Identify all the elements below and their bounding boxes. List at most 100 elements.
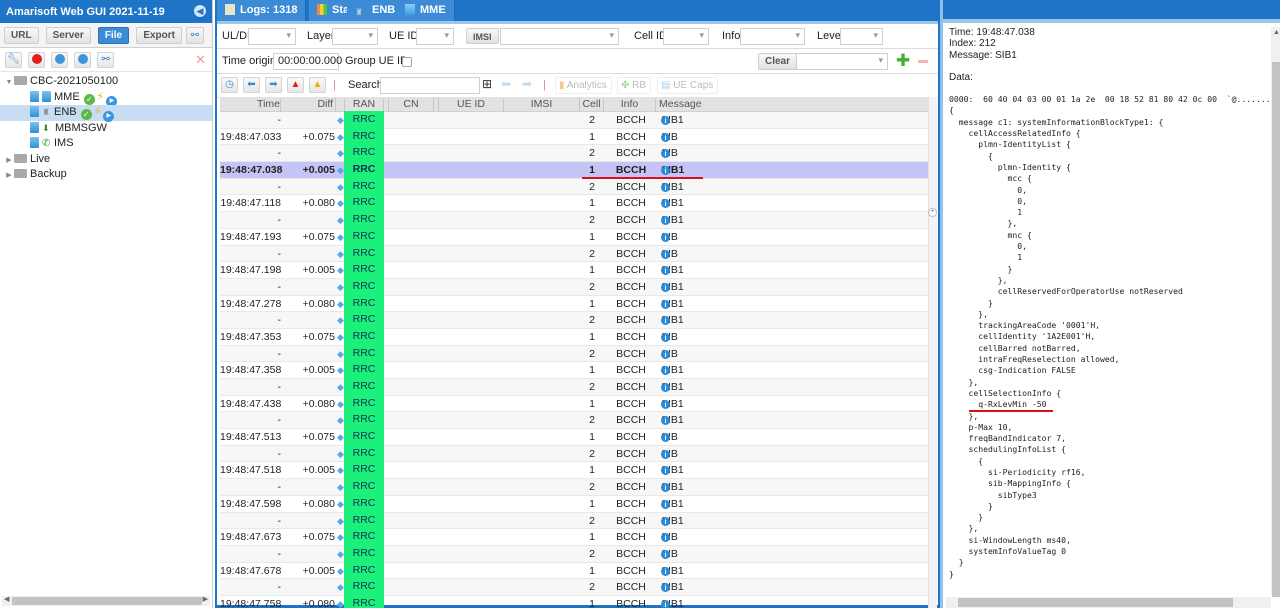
plug-icon[interactable]: ⚯ xyxy=(97,52,115,68)
tree-node-mme[interactable]: MME ✓ ⚡︎ ▶ xyxy=(0,90,212,107)
stop-icon[interactable] xyxy=(28,52,46,68)
info-select[interactable] xyxy=(740,28,805,45)
wrench-icon[interactable]: 🔧︎ xyxy=(5,52,22,68)
refresh-icon[interactable] xyxy=(51,52,69,68)
table-row[interactable]: 19:48:47.353 +0.075 RRC 1 BCCH ◆ iSIB xyxy=(220,327,928,346)
analytics-button[interactable]: ▮ Analytics xyxy=(555,77,612,94)
search-prev-icon[interactable]: ⬅ xyxy=(501,77,511,91)
clock-icon[interactable]: ◷ xyxy=(221,77,238,93)
table-row[interactable]: - RRC 2 BCCH ◆ iSIB xyxy=(220,144,928,163)
file-button[interactable]: File xyxy=(97,27,130,44)
table-row[interactable]: - RRC 2 BCCH ◆ i SIB1 xyxy=(220,177,928,196)
connect-plug-icon[interactable]: ⚯ xyxy=(186,27,204,44)
col-cn[interactable]: CN xyxy=(388,98,434,112)
col-imsi[interactable]: IMSI xyxy=(504,98,580,112)
table-row[interactable]: - RRC 2 BCCH ◆ i SIB1 xyxy=(220,478,928,496)
col-info[interactable]: Info xyxy=(604,98,656,112)
info-icon[interactable]: i xyxy=(661,349,670,359)
tree-node-ims[interactable]: ✆ IMS xyxy=(0,136,212,152)
col-ran[interactable]: RAN xyxy=(344,98,384,112)
info-icon[interactable]: i xyxy=(661,399,670,409)
table-row[interactable]: - RRC 2 BCCH ◆ i SIB1 xyxy=(220,277,928,296)
layer-select[interactable] xyxy=(332,28,378,45)
tree-node-backup[interactable]: ▶ Backup xyxy=(0,167,212,183)
tree-node-enb[interactable]: ♜ ENB ✓ ⚡︎ ▶ xyxy=(0,105,212,122)
scroll-right-icon[interactable]: ▶ xyxy=(203,595,208,603)
info-icon[interactable]: i xyxy=(661,433,670,443)
info-icon[interactable]: i xyxy=(661,132,670,142)
detail-horizontal-scrollbar[interactable] xyxy=(946,597,1271,608)
time-origin-input[interactable]: 00:00:00.000 xyxy=(273,53,342,70)
info-icon[interactable]: i xyxy=(661,182,670,192)
table-row[interactable]: 19:48:47.033 +0.075 RRC 1 BCCH ◆ iSIB xyxy=(220,127,928,146)
table-row[interactable]: 19:48:47.118 +0.080 RRC 1 BCCH ◆ i SIB1 xyxy=(220,194,928,213)
next-arrow-icon[interactable]: ➡ xyxy=(265,77,282,93)
expand-right-icon[interactable]: ▶ xyxy=(4,153,14,168)
info-icon[interactable]: i xyxy=(661,166,670,176)
table-row[interactable]: 19:48:47.438 +0.080 RRC 1 BCCH ◆ i SIB1 xyxy=(220,394,928,413)
info-icon[interactable]: i xyxy=(661,232,670,242)
ueid-select[interactable] xyxy=(416,28,454,45)
info-icon[interactable]: i xyxy=(661,249,670,259)
bolt-icon[interactable]: ⚡︎ xyxy=(97,91,105,103)
info-icon[interactable]: i xyxy=(661,116,670,125)
info-icon[interactable]: i xyxy=(661,282,670,292)
tab-enb[interactable]: ♜ ENB xyxy=(347,0,405,21)
filter-preset-select[interactable] xyxy=(796,53,888,70)
col-message[interactable]: Message xyxy=(657,98,927,112)
info-icon[interactable]: i xyxy=(661,566,670,576)
search-input[interactable] xyxy=(380,77,480,94)
col-diff[interactable]: Diff xyxy=(282,98,336,112)
table-row[interactable]: - RRC 2 BCCH ◆ i SIB1 xyxy=(220,578,928,596)
url-button[interactable]: URL xyxy=(4,27,39,44)
server-button[interactable]: Server xyxy=(45,27,91,44)
cellid-select[interactable] xyxy=(663,28,709,45)
table-row[interactable]: - RRC 2 BCCH ◆ iSIB xyxy=(220,244,928,263)
table-row[interactable]: - RRC 2 BCCH ◆ i SIB1 xyxy=(220,378,928,396)
detail-vertical-scrollbar[interactable]: ▲ xyxy=(1271,27,1280,597)
expand-down-icon[interactable]: ▼ xyxy=(4,75,14,90)
table-row[interactable]: 19:48:47.038 +0.005 RRC 1 BCCH ◆ i SIB1 xyxy=(220,161,928,179)
table-row[interactable]: - RRC 2 BCCH ◆ i SIB1 xyxy=(220,311,928,329)
table-row[interactable]: 19:48:47.193 +0.075 RRC 1 BCCH ◆ iSIB xyxy=(220,227,928,246)
table-row[interactable]: 19:48:47.518 +0.005 RRC 1 BCCH ◆ i SIB1 xyxy=(220,461,928,480)
uldl-select[interactable] xyxy=(248,28,296,45)
bolt-icon[interactable]: ⚡︎ xyxy=(94,106,102,118)
table-row[interactable]: 19:48:47.198 +0.005 RRC 1 BCCH ◆ i SIB1 xyxy=(220,261,928,279)
info-icon[interactable]: i xyxy=(661,449,670,459)
tree-node-mbmsgw[interactable]: ⬇ MBMSGW xyxy=(0,121,212,137)
tab-logs[interactable]: Logs: 1318 xyxy=(217,0,307,21)
imsi-button[interactable]: IMSI xyxy=(466,28,499,44)
scroll-thumb[interactable] xyxy=(1272,62,1280,597)
table-row[interactable]: 19:48:47.358 +0.005 RRC 1 BCCH ◆ i SIB1 xyxy=(220,361,928,379)
left-horizontal-scrollbar[interactable]: ◀ ▶ xyxy=(2,596,210,606)
imsi-select[interactable] xyxy=(500,28,619,45)
info-icon[interactable]: i xyxy=(661,516,670,526)
pause-icon[interactable] xyxy=(74,52,92,68)
col-cell[interactable]: Cell xyxy=(580,98,604,112)
add-filter-icon[interactable]: ✚ xyxy=(895,52,911,69)
table-row[interactable]: - RRC 2 BCCH ◆ iSIB xyxy=(220,544,928,563)
level-select[interactable] xyxy=(840,28,883,45)
export-button[interactable]: Export xyxy=(136,27,182,44)
error-warning-icon[interactable]: ▲ xyxy=(287,77,304,93)
tree-node-root[interactable]: ▼ CBC-2021050100 xyxy=(0,74,212,90)
collapse-panel-icon[interactable]: ◀ xyxy=(194,5,206,17)
expand-right-icon[interactable]: ▶ xyxy=(4,168,14,183)
search-next-icon[interactable]: ➡ xyxy=(522,77,532,91)
table-row[interactable]: - RRC 2 BCCH ◆ iSIB xyxy=(220,344,928,363)
col-time[interactable]: Time xyxy=(220,98,281,112)
table-row[interactable]: 19:48:47.673 +0.075 RRC 1 BCCH ◆ iSIB xyxy=(220,528,928,546)
info-icon[interactable]: i xyxy=(661,599,670,608)
table-row[interactable]: - RRC 2 BCCH ◆ i SIB1 xyxy=(220,211,928,229)
warning-icon[interactable]: ▲ xyxy=(309,77,326,93)
info-icon[interactable]: i xyxy=(661,299,670,309)
scroll-knob[interactable]: • xyxy=(928,208,937,217)
scroll-left-icon[interactable]: ◀ xyxy=(4,595,9,603)
tree-node-live[interactable]: ▶ Live xyxy=(0,152,212,168)
table-row[interactable]: 19:48:47.678 +0.005 RRC 1 BCCH ◆ i SIB1 xyxy=(220,561,928,580)
info-icon[interactable]: i xyxy=(661,499,670,509)
scroll-up-icon[interactable]: ▲ xyxy=(1273,29,1280,36)
info-icon[interactable]: i xyxy=(661,332,670,342)
info-icon[interactable]: i xyxy=(661,549,670,559)
